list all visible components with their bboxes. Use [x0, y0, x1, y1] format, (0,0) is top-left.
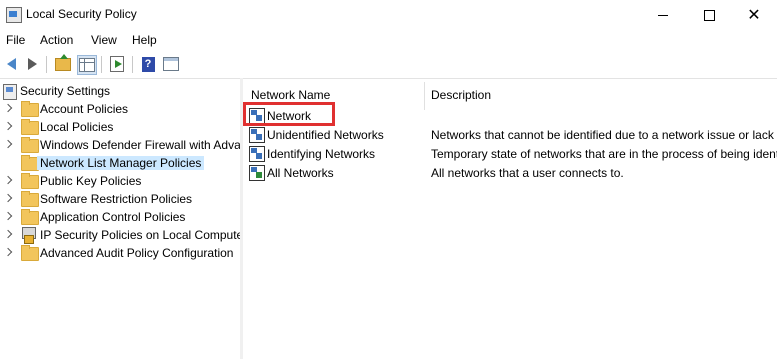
back-button[interactable] — [2, 55, 20, 73]
tree-item[interactable]: Software Restriction Policies — [0, 190, 240, 208]
tree-item[interactable]: Public Key Policies — [0, 172, 240, 190]
close-icon: ✕ — [747, 7, 761, 24]
network-name: All Networks — [267, 166, 334, 180]
tree-item-label: IP Security Policies on Local Compute — [40, 228, 241, 242]
network-icon — [249, 146, 265, 162]
folder-icon — [21, 191, 39, 207]
expand-chevron-icon[interactable] — [3, 175, 13, 185]
menu-help[interactable]: Help — [132, 33, 157, 47]
tree-item[interactable]: IP Security Policies on Local Compute — [0, 226, 240, 244]
network-description: All networks that a user connects to. — [431, 166, 624, 180]
minimize-button[interactable] — [640, 0, 686, 30]
forward-button[interactable] — [23, 55, 41, 73]
column-header-description[interactable]: Description — [425, 78, 777, 102]
export-list-button[interactable] — [108, 55, 126, 73]
console-tree: Security Settings Account Policies Local … — [0, 78, 241, 359]
tree-item[interactable]: Account Policies — [0, 100, 240, 118]
menu-action[interactable]: Action — [40, 33, 73, 47]
toolbar: ? — [0, 51, 777, 79]
list-row[interactable]: Unidentified Networks Networks that canno… — [243, 125, 777, 144]
toolbar-separator — [132, 56, 133, 73]
expand-chevron-icon[interactable] — [3, 139, 13, 149]
tree-item-label: Software Restriction Policies — [40, 192, 193, 206]
list-row[interactable]: All Networks All networks that a user con… — [243, 163, 777, 182]
toolbar-separator — [101, 56, 102, 73]
expand-chevron-icon[interactable] — [3, 229, 13, 239]
highlight-annotation — [243, 102, 335, 126]
toolbar-separator — [46, 56, 47, 73]
properties-icon — [163, 57, 179, 71]
window-title: Local Security Policy — [26, 7, 137, 21]
tree-item-label: Local Policies — [40, 120, 114, 134]
properties-button[interactable] — [162, 55, 180, 73]
back-arrow-icon — [6, 58, 16, 70]
tree-item[interactable]: Network List Manager Policies — [0, 154, 240, 172]
help-button[interactable]: ? — [139, 55, 157, 73]
tree-item-label: Account Policies — [40, 102, 129, 116]
expand-chevron-icon[interactable] — [3, 247, 13, 257]
details-pane: Network Name Description Network Unidenti… — [243, 78, 777, 359]
tree-item[interactable]: Windows Defender Firewall with Adva — [0, 136, 240, 154]
network-icon — [249, 127, 265, 143]
up-one-level-button[interactable] — [54, 53, 72, 73]
ip-security-icon — [21, 227, 36, 244]
maximize-button[interactable] — [686, 0, 732, 30]
tree-item-label: Advanced Audit Policy Configuration — [40, 246, 234, 260]
forward-arrow-icon — [27, 58, 37, 70]
tree-item[interactable]: Advanced Audit Policy Configuration — [0, 244, 240, 262]
title-bar: Local Security Policy ✕ — [0, 0, 777, 30]
menu-bar: File Action View Help — [0, 30, 777, 51]
folder-icon — [21, 245, 39, 261]
column-header-network-name[interactable]: Network Name — [243, 78, 424, 102]
tree-item-label: Network List Manager Policies — [37, 156, 205, 170]
folder-icon — [21, 137, 39, 153]
close-button[interactable]: ✕ — [731, 0, 777, 30]
expand-chevron-icon[interactable] — [3, 103, 13, 113]
help-icon: ? — [141, 56, 155, 72]
tree-root[interactable]: Security Settings — [0, 82, 240, 100]
folder-icon — [21, 173, 39, 189]
tree-item-label: Public Key Policies — [40, 174, 142, 188]
tree-item-label: Windows Defender Firewall with Adva — [40, 138, 241, 152]
folder-icon — [21, 119, 39, 135]
folder-icon — [21, 101, 39, 117]
tree-item[interactable]: Local Policies — [0, 118, 240, 136]
tree-root-label: Security Settings — [20, 84, 111, 98]
network-description: Networks that cannot be identified due t… — [431, 128, 774, 142]
column-header-label: Network Name — [251, 88, 331, 102]
network-description: Temporary state of networks that are in … — [431, 147, 777, 161]
network-name: Identifying Networks — [267, 147, 376, 161]
menu-view[interactable]: View — [91, 33, 117, 47]
tree-item[interactable]: Application Control Policies — [0, 208, 240, 226]
expand-chevron-icon[interactable] — [3, 121, 13, 131]
folder-icon — [21, 209, 39, 225]
app-icon — [6, 7, 22, 23]
security-settings-icon — [3, 84, 17, 100]
list-row[interactable]: Identifying Networks Temporary state of n… — [243, 144, 777, 163]
folder-up-icon — [55, 53, 71, 71]
network-icon — [249, 165, 265, 181]
expand-chevron-icon[interactable] — [3, 211, 13, 221]
show-hide-tree-button[interactable] — [77, 55, 97, 75]
console-tree-icon — [79, 58, 95, 72]
expand-chevron-icon[interactable] — [3, 193, 13, 203]
maximize-icon — [703, 9, 715, 21]
export-icon — [110, 56, 124, 72]
menu-file[interactable]: File — [6, 33, 25, 47]
tree-item-label: Application Control Policies — [40, 210, 186, 224]
minimize-icon — [658, 14, 668, 16]
column-header-label: Description — [431, 88, 492, 102]
network-name: Unidentified Networks — [267, 128, 384, 142]
